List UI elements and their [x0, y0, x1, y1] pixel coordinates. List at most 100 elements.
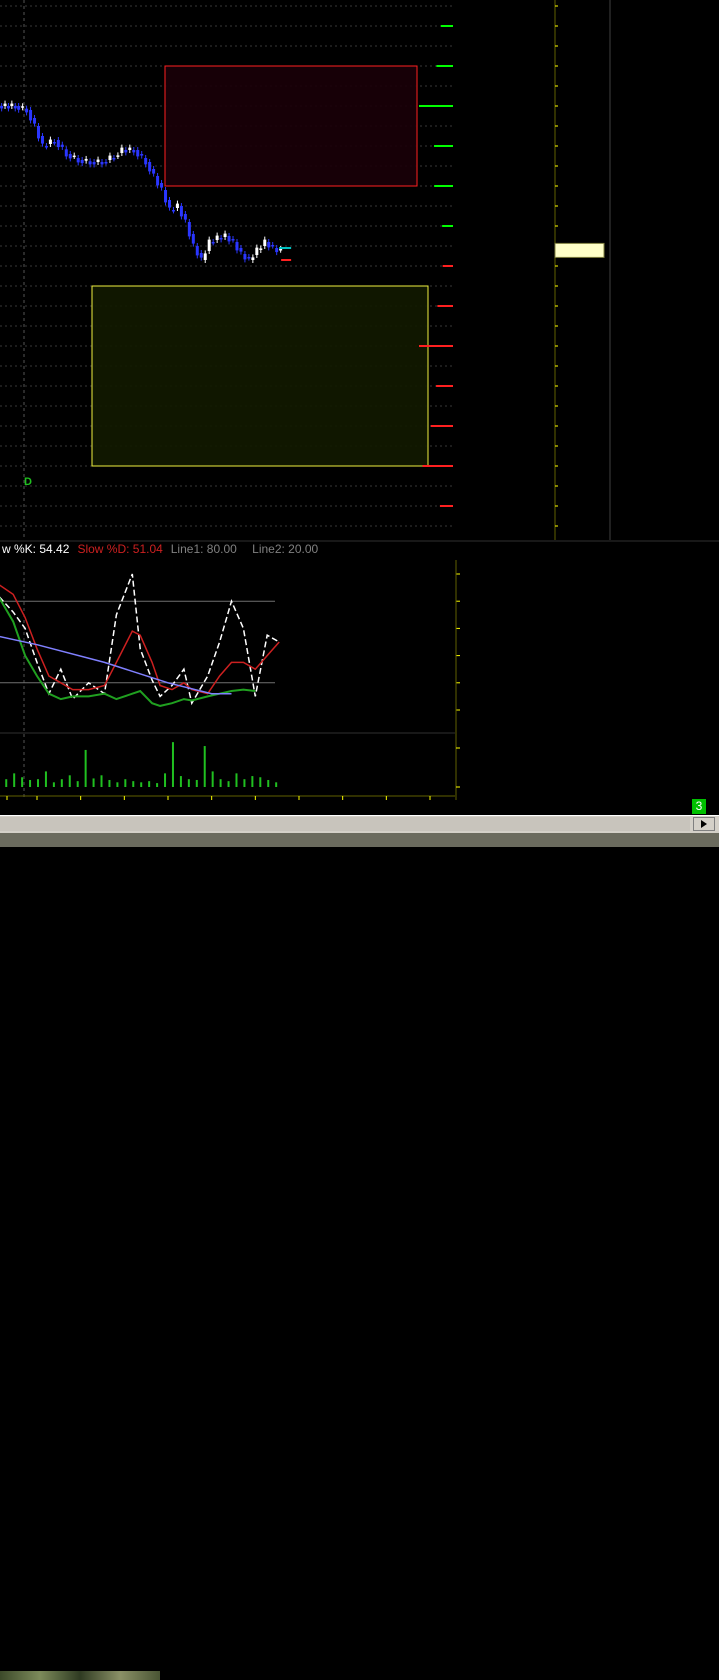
chart-stage: w %K: 54.42 Slow %D: 51.04 Line1: 80.00 Lin…	[0, 0, 719, 800]
supply-zone-rect	[164, 65, 418, 187]
candle-body	[25, 108, 29, 113]
candle-body	[76, 158, 80, 163]
candle-body	[247, 257, 251, 259]
candle-body	[17, 106, 21, 110]
candle-body	[6, 106, 10, 109]
candle-body	[68, 154, 72, 159]
candle-body	[96, 159, 100, 162]
candle-body	[100, 162, 104, 165]
volume-bar	[44, 771, 47, 787]
candle-body	[80, 160, 84, 164]
candle-body	[223, 233, 227, 237]
candle-body	[60, 144, 64, 147]
candle-body	[160, 183, 164, 188]
candle-body	[37, 126, 40, 139]
candle-body	[40, 136, 44, 144]
candle-body	[263, 239, 267, 246]
candle-body	[52, 142, 56, 144]
candle-body	[215, 235, 219, 240]
stochastic-legend-item: Line1: 80.00	[171, 542, 237, 556]
candle-body	[203, 253, 207, 260]
page-number-badge[interactable]: 3	[692, 799, 706, 814]
volume-bar	[164, 773, 167, 787]
candle-body	[112, 158, 116, 160]
volume-bar	[76, 781, 79, 787]
scrollbar-track[interactable]	[0, 817, 690, 831]
wallpaper-thumbnail	[0, 1671, 160, 1680]
volume-bar	[92, 778, 95, 787]
candle-body	[259, 248, 263, 250]
scroll-right-button[interactable]	[693, 817, 715, 831]
candle-body	[207, 239, 211, 251]
candle-body	[29, 110, 33, 121]
stochastic-series-green	[0, 597, 256, 707]
candle-body	[116, 155, 120, 157]
candle-body	[279, 249, 283, 251]
arrow-right-icon	[701, 820, 707, 828]
candle-body	[156, 176, 160, 186]
candle-body	[136, 150, 140, 157]
volume-bar	[187, 779, 190, 787]
candle-body	[211, 242, 215, 244]
candle-body	[92, 162, 96, 165]
stochastic-panel: w %K: 54.42 Slow %D: 51.04 Line1: 80.00 Lin…	[0, 540, 719, 800]
candle-body	[56, 140, 60, 148]
candle-body	[191, 234, 195, 244]
candle-body	[251, 257, 255, 260]
candle-body	[271, 245, 275, 247]
volume-bar	[29, 779, 32, 787]
volume-bar	[132, 781, 135, 787]
taskbar-strip	[0, 833, 719, 1680]
candle-body	[44, 146, 48, 148]
volume-bar	[227, 781, 230, 787]
session-marker-label: D	[24, 476, 32, 488]
volume-bar	[235, 773, 238, 787]
stochastic-legend-item: w %K: 54.42	[1, 542, 70, 556]
candle-body	[267, 242, 271, 248]
price-axis	[554, 5, 605, 527]
candle-body	[104, 162, 108, 164]
candle-body	[48, 139, 52, 144]
candle-body	[164, 190, 168, 203]
candle-body	[132, 150, 136, 153]
volume-bar	[5, 779, 8, 787]
volume-bar	[179, 776, 182, 787]
candle-body	[239, 248, 243, 252]
candle-body	[128, 147, 132, 150]
volume-panel	[0, 732, 460, 788]
candle-body	[187, 222, 191, 237]
candle-body	[3, 103, 7, 106]
volume-bar	[243, 779, 246, 787]
volume-bar	[148, 781, 151, 787]
volume-bar	[116, 782, 119, 787]
candle-body	[108, 155, 112, 160]
stochastic-legend-item: Line2: 20.00	[252, 542, 318, 556]
candle-body	[175, 203, 179, 208]
volume-bar	[259, 777, 262, 787]
candle-body	[179, 206, 183, 217]
candle-body	[21, 106, 25, 108]
candle-body	[231, 239, 235, 241]
candle-body	[275, 248, 279, 253]
volume-bar	[156, 783, 159, 787]
candle-body	[10, 103, 14, 106]
demand-zone-rect	[91, 285, 429, 467]
volume-bar	[275, 782, 278, 787]
volume-bar	[68, 775, 71, 787]
candle-body	[13, 106, 17, 109]
candle-body	[33, 118, 37, 124]
volume-bar	[267, 779, 270, 787]
candle-body	[195, 246, 199, 256]
volume-bar	[52, 782, 55, 787]
candle-body	[183, 214, 187, 220]
volume-bar	[251, 776, 254, 787]
volume-bar	[124, 779, 127, 787]
horizontal-scrollbar[interactable]	[0, 815, 719, 833]
candle-body	[243, 254, 247, 260]
volume-bar	[211, 771, 214, 787]
volume-bar	[219, 779, 222, 787]
candle-body	[120, 147, 124, 153]
candle-body	[0, 106, 4, 109]
volume-bar	[60, 779, 63, 787]
candle-body	[72, 155, 76, 158]
